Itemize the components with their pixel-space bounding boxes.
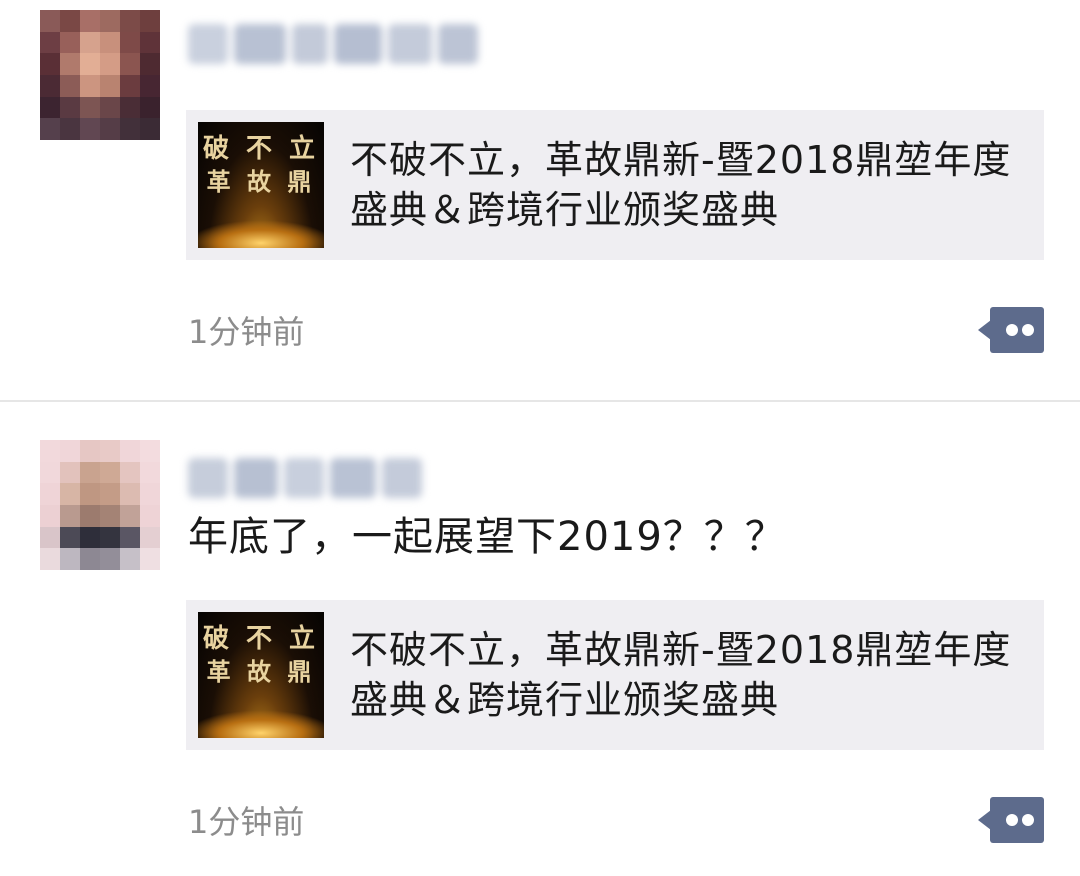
thumbnail-glow bbox=[198, 220, 324, 248]
thumbnail-caption-line2: 革 故 鼎 bbox=[206, 657, 316, 686]
thumbnail-glow bbox=[198, 710, 324, 738]
moments-feed: 破 不 立 革 故 鼎 不破不立，革故鼎新-暨2018鼎堃年度盛典＆跨境行业颁奖… bbox=[0, 0, 1080, 876]
comment-button[interactable] bbox=[978, 307, 1044, 353]
post-text: 年底了，一起展望下2019？？？ bbox=[188, 514, 786, 560]
feed-post: 破 不 立 革 故 鼎 不破不立，革故鼎新-暨2018鼎堃年度盛典＆跨境行业颁奖… bbox=[0, 0, 1080, 401]
avatar[interactable] bbox=[40, 10, 160, 140]
feed-post: 年底了，一起展望下2019？？？ 破 不 立 革 故 鼎 不破不立，革故鼎新-暨… bbox=[0, 402, 1080, 876]
link-thumbnail: 破 不 立 革 故 鼎 bbox=[198, 122, 324, 248]
post-time: 1分钟前 bbox=[188, 803, 305, 841]
link-title: 不破不立，革故鼎新-暨2018鼎堃年度盛典＆跨境行业颁奖盛典 bbox=[350, 138, 1012, 232]
comment-button[interactable] bbox=[978, 797, 1044, 843]
link-title: 不破不立，革故鼎新-暨2018鼎堃年度盛典＆跨境行业颁奖盛典 bbox=[350, 628, 1012, 722]
author-name-blurred[interactable] bbox=[188, 452, 438, 504]
author-name-blurred[interactable] bbox=[188, 18, 488, 70]
link-thumbnail: 破 不 立 革 故 鼎 bbox=[198, 612, 324, 738]
thumbnail-caption-line2: 革 故 鼎 bbox=[206, 167, 316, 196]
shared-link-card[interactable]: 破 不 立 革 故 鼎 不破不立，革故鼎新-暨2018鼎堃年度盛典＆跨境行业颁奖… bbox=[186, 600, 1044, 750]
thumbnail-caption-line1: 破 不 立 bbox=[202, 624, 320, 654]
post-time: 1分钟前 bbox=[188, 313, 305, 351]
shared-link-card[interactable]: 破 不 立 革 故 鼎 不破不立，革故鼎新-暨2018鼎堃年度盛典＆跨境行业颁奖… bbox=[186, 110, 1044, 260]
thumbnail-caption-line1: 破 不 立 bbox=[202, 134, 320, 164]
avatar[interactable] bbox=[40, 440, 160, 570]
